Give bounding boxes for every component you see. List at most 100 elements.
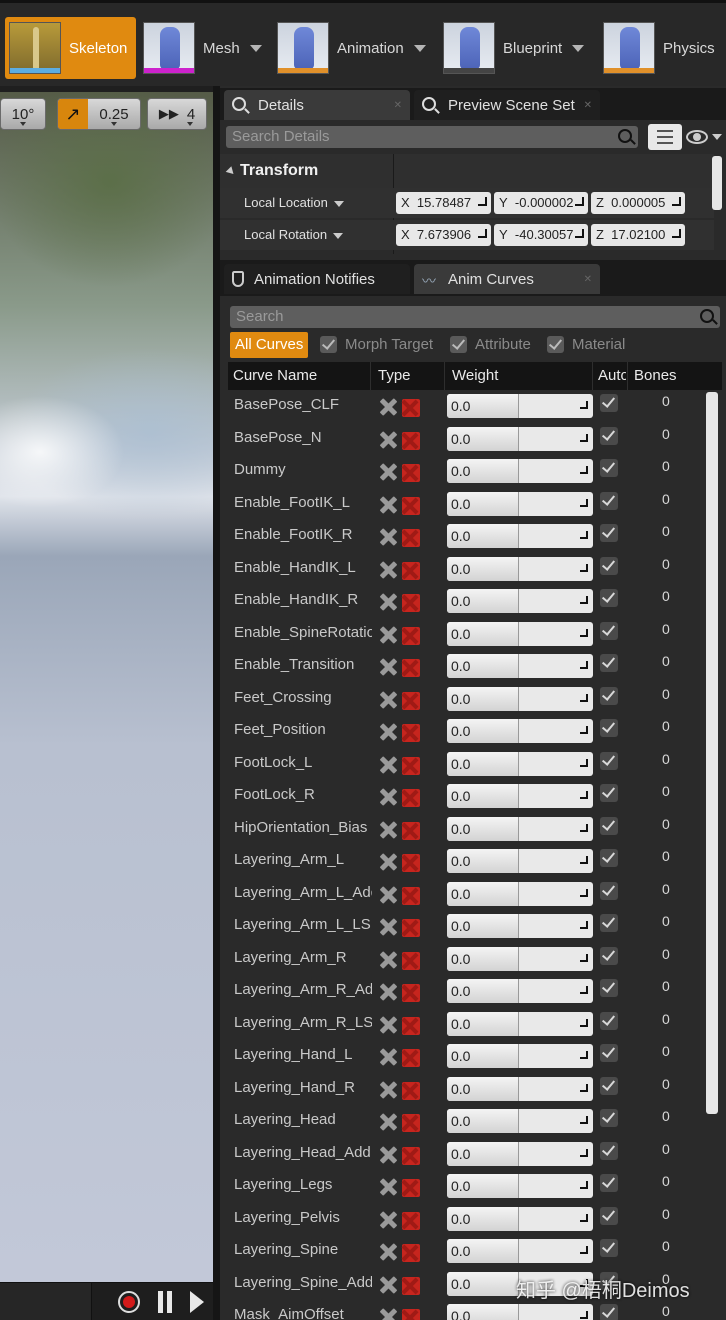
- type-morph-x-icon[interactable]: [378, 1276, 398, 1294]
- checkbox-icon[interactable]: [450, 336, 467, 353]
- type-material-x-icon[interactable]: [402, 626, 420, 645]
- drag-handle-icon[interactable]: [580, 888, 588, 897]
- curve-row[interactable]: Feet_Position 0.0 0: [228, 715, 722, 748]
- type-morph-x-icon[interactable]: [378, 431, 398, 449]
- auto-checkbox[interactable]: [600, 849, 618, 867]
- close-icon[interactable]: ✕: [584, 274, 592, 285]
- type-material-x-icon[interactable]: [402, 1179, 420, 1197]
- type-material-x-icon[interactable]: [402, 951, 420, 970]
- close-icon[interactable]: ✕: [584, 100, 592, 111]
- drag-handle-icon[interactable]: [580, 498, 588, 507]
- type-morph-x-icon[interactable]: [378, 723, 398, 741]
- weight-field[interactable]: 0.0: [447, 1109, 593, 1133]
- chevron-down-icon[interactable]: [249, 44, 262, 52]
- auto-checkbox[interactable]: [600, 784, 618, 802]
- type-morph-x-icon[interactable]: [378, 1178, 398, 1196]
- curve-row[interactable]: Layering_Arm_L 0.0 0: [228, 845, 722, 878]
- type-material-x-icon[interactable]: [402, 561, 420, 580]
- type-material-x-icon[interactable]: [402, 724, 420, 742]
- type-material-x-icon[interactable]: [402, 496, 420, 515]
- auto-checkbox[interactable]: [600, 1141, 618, 1160]
- weight-field[interactable]: 0.0: [447, 589, 593, 613]
- drag-handle-icon[interactable]: [580, 1051, 588, 1059]
- curve-row[interactable]: Enable_HandIK_L 0.0 0: [228, 552, 722, 585]
- location-y-field[interactable]: Y -0.000002: [494, 192, 588, 214]
- type-material-x-icon[interactable]: [402, 789, 420, 807]
- curve-row[interactable]: Layering_Pelvis 0.0 0: [228, 1202, 722, 1235]
- checkbox-icon[interactable]: [320, 336, 337, 353]
- type-morph-x-icon[interactable]: [378, 1308, 398, 1320]
- chevron-down-icon[interactable]: [413, 44, 426, 52]
- weight-field[interactable]: 0.0: [447, 1304, 593, 1320]
- curve-row[interactable]: Enable_FootIK_R 0.0 0: [228, 520, 722, 553]
- type-material-x-icon[interactable]: [402, 1114, 420, 1132]
- curves-scrollbar[interactable]: [706, 392, 718, 1114]
- drag-handle-icon[interactable]: [580, 1246, 588, 1254]
- drag-handle-icon[interactable]: [580, 791, 588, 799]
- curve-row[interactable]: Enable_SpineRotation 0.0 0: [228, 617, 722, 650]
- record-icon[interactable]: [118, 1291, 140, 1313]
- filter-attribute[interactable]: Attribute: [450, 336, 531, 353]
- details-scrollbar[interactable]: [712, 156, 722, 210]
- tab-anim-curves[interactable]: 〰 Anim Curves ✕: [414, 264, 600, 294]
- type-morph-x-icon[interactable]: [378, 1113, 398, 1131]
- viewport-scene[interactable]: [0, 92, 213, 1282]
- weight-field[interactable]: 0.0: [447, 784, 593, 808]
- type-morph-x-icon[interactable]: [378, 1211, 398, 1229]
- auto-checkbox[interactable]: [600, 1239, 618, 1257]
- drag-handle-icon[interactable]: [580, 1083, 588, 1092]
- type-material-x-icon[interactable]: [402, 399, 420, 417]
- curve-row[interactable]: FootLock_R 0.0 0: [228, 780, 722, 813]
- drag-handle-icon[interactable]: [580, 531, 588, 539]
- weight-field[interactable]: 0.0: [447, 621, 593, 646]
- col-curve-name[interactable]: Curve Name: [233, 367, 317, 384]
- auto-checkbox[interactable]: [600, 621, 618, 640]
- weight-field[interactable]: 0.0: [447, 394, 593, 418]
- mode-tab-skeleton[interactable]: Skeleton: [5, 17, 136, 79]
- chevron-down-icon[interactable]: [333, 232, 344, 239]
- timeline-segment[interactable]: [0, 1283, 92, 1320]
- local-rotation-label[interactable]: Local Rotation: [244, 227, 344, 242]
- curve-row[interactable]: Feet_Crossing 0.0 0: [228, 682, 722, 715]
- col-weight[interactable]: Weight: [452, 367, 498, 384]
- curve-row[interactable]: Enable_Transition 0.0 0: [228, 650, 722, 683]
- type-material-x-icon[interactable]: [402, 691, 420, 710]
- curve-row[interactable]: Enable_HandIK_R 0.0 0: [228, 585, 722, 618]
- curve-row[interactable]: Layering_Hand_R 0.0 0: [228, 1072, 722, 1105]
- drag-handle-icon[interactable]: [580, 1311, 588, 1319]
- drag-handle-icon[interactable]: [580, 1116, 588, 1124]
- col-auto[interactable]: Auto: [598, 367, 626, 384]
- weight-field[interactable]: 0.0: [447, 459, 593, 483]
- curves-search-input[interactable]: Search: [230, 306, 720, 328]
- scale-snap-button[interactable]: ↗ 0.25: [57, 98, 141, 130]
- drag-handle-icon[interactable]: [580, 693, 588, 702]
- type-material-x-icon[interactable]: [402, 1244, 420, 1262]
- auto-checkbox[interactable]: [600, 394, 618, 412]
- tab-details[interactable]: Details ✕: [224, 90, 410, 120]
- curve-row[interactable]: HipOrientation_Bias 0.0 0: [228, 812, 722, 845]
- auto-checkbox[interactable]: [600, 914, 618, 932]
- curve-row[interactable]: Layering_Arm_R_LS 0.0 0: [228, 1007, 722, 1040]
- curve-row[interactable]: Layering_Arm_R 0.0 0: [228, 942, 722, 975]
- filter-material[interactable]: Material: [547, 336, 625, 353]
- curve-row[interactable]: BasePose_CLF 0.0 0: [228, 390, 722, 423]
- curve-row[interactable]: Layering_Spine 0.0 0: [228, 1235, 722, 1268]
- filter-all-curves[interactable]: All Curves: [230, 332, 309, 358]
- weight-field[interactable]: 0.0: [447, 654, 593, 678]
- curve-row[interactable]: Layering_Hand_L 0.0 0: [228, 1040, 722, 1073]
- auto-checkbox[interactable]: [600, 686, 618, 705]
- type-material-x-icon[interactable]: [402, 1049, 420, 1067]
- weight-field[interactable]: 0.0: [447, 979, 593, 1003]
- property-matrix-icon[interactable]: [648, 124, 682, 150]
- auto-checkbox[interactable]: [600, 1044, 618, 1062]
- type-morph-x-icon[interactable]: [378, 626, 398, 644]
- type-material-x-icon[interactable]: [402, 1211, 420, 1230]
- curve-row[interactable]: BasePose_N 0.0 0: [228, 422, 722, 455]
- drag-handle-icon[interactable]: [580, 628, 588, 637]
- type-material-x-icon[interactable]: [402, 1016, 420, 1035]
- curve-row[interactable]: Dummy 0.0 0: [228, 455, 722, 488]
- type-morph-x-icon[interactable]: [378, 983, 398, 1001]
- drag-handle-icon[interactable]: [580, 758, 588, 767]
- type-morph-x-icon[interactable]: [378, 756, 398, 774]
- preview-viewport[interactable]: 10° ↗ 0.25 ▶▶ 4: [0, 86, 213, 1320]
